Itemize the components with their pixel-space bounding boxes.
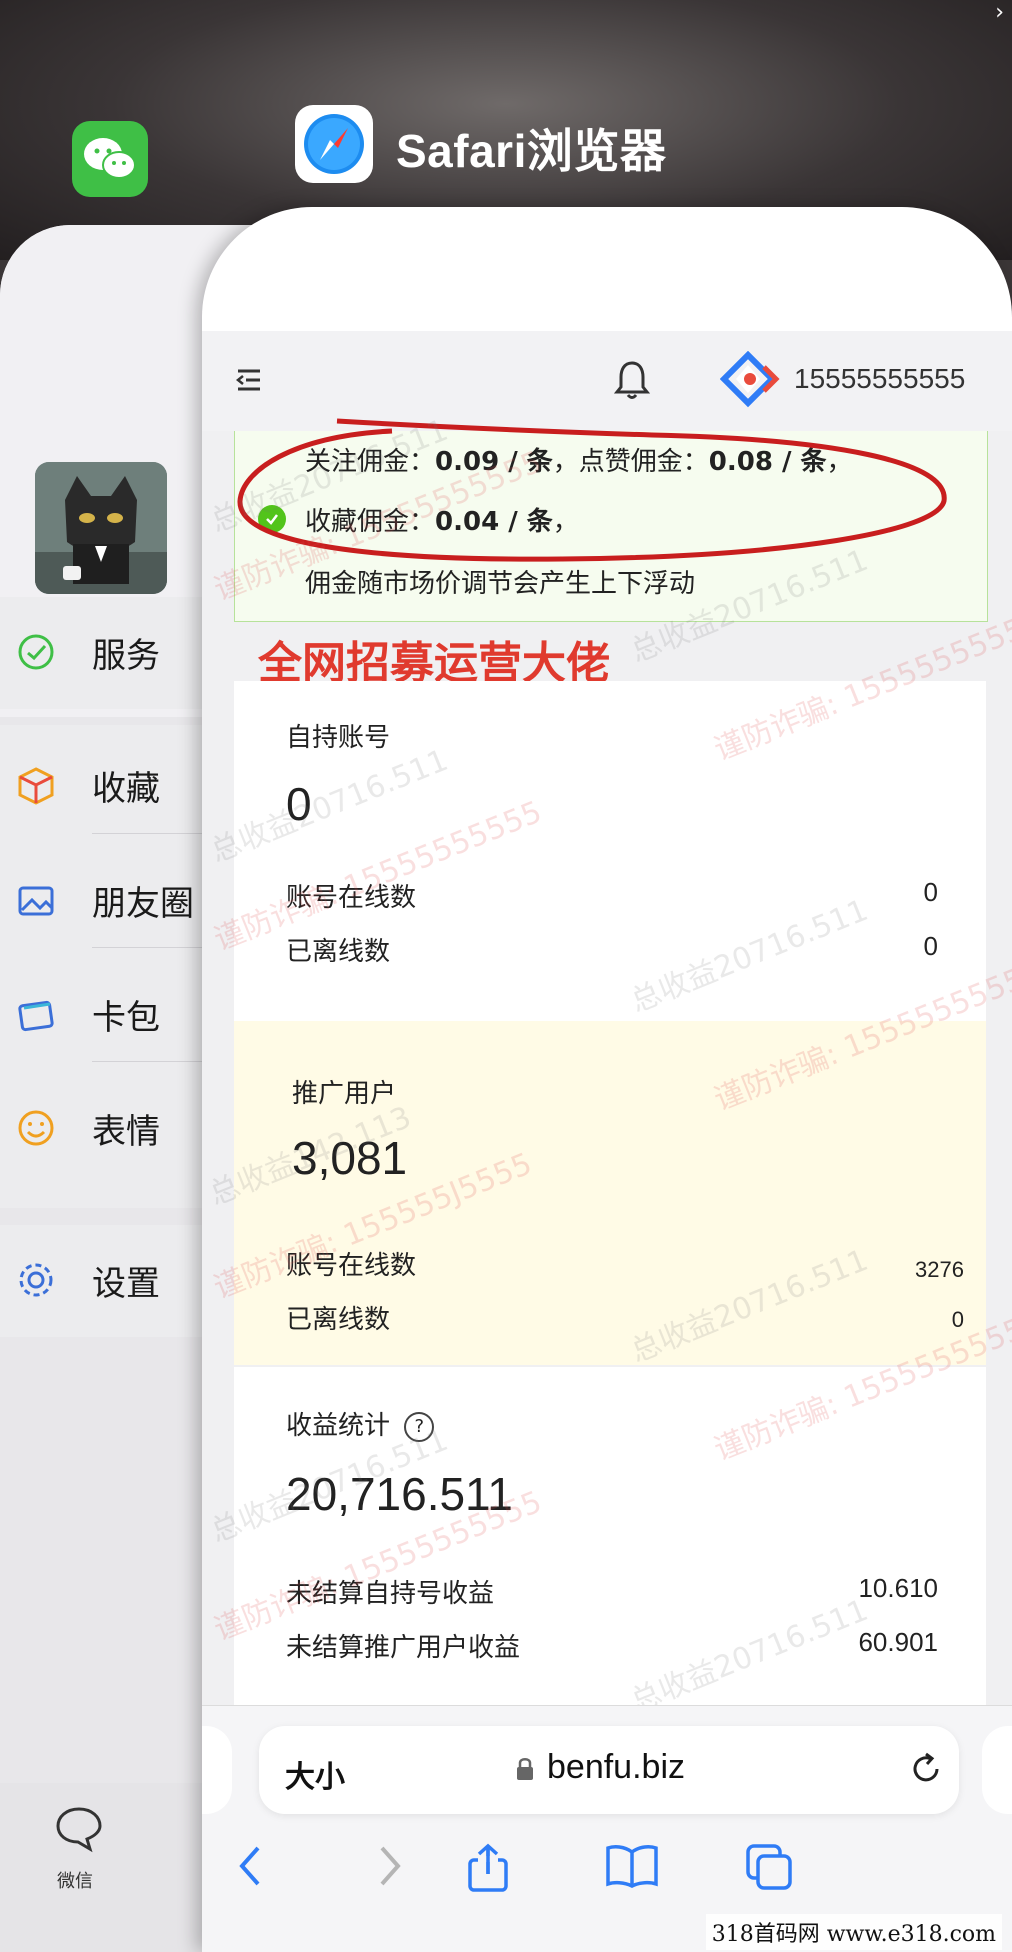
unsettled-own-label: 未结算自持号收益	[286, 1579, 495, 1609]
promo-offline-value: 0	[951, 1307, 964, 1332]
emoji-icon	[14, 1106, 58, 1150]
unsettled-promo-label: 未结算推广用户收益	[286, 1633, 521, 1663]
help-circle-icon[interactable]: ?	[404, 1411, 435, 1442]
menu-label: 服务	[92, 635, 160, 676]
menu-label: 卡包	[92, 997, 160, 1038]
own-accounts-count: 0	[286, 778, 312, 830]
earnings-title-text: 收益统计	[286, 1411, 391, 1441]
forward-icon[interactable]	[370, 1842, 410, 1894]
previous-tab-pill[interactable]	[202, 1726, 232, 1814]
text-size-button[interactable]: 大小	[285, 1752, 345, 1796]
menu-label: 表情	[92, 1111, 160, 1152]
menu-label: 设置	[92, 1263, 160, 1304]
bell-icon[interactable]	[613, 359, 651, 405]
tab-wechat-label[interactable]: 微信	[57, 1867, 93, 1893]
reload-icon[interactable]	[907, 1750, 945, 1792]
share-icon[interactable]	[464, 1842, 512, 1898]
chevron-icon: ›	[995, 0, 1004, 25]
promo-offline-label: 已离线数	[286, 1305, 391, 1335]
unsettled-own-value: 10.610	[858, 1573, 938, 1603]
safari-compass-icon	[304, 114, 364, 174]
next-tab-pill[interactable]	[982, 1726, 1012, 1814]
promoted-users-title: 推广用户	[292, 1079, 397, 1109]
safari-app-card[interactable]: 15555555555 关注佣金：0.09 / 条，点赞佣金：0.08 / 条，…	[202, 207, 1012, 1952]
back-icon[interactable]	[232, 1842, 272, 1894]
earnings-title: 收益统计 ?	[286, 1405, 435, 1442]
promo-online-label: 账号在线数	[286, 1251, 417, 1281]
wechat-logo-icon	[84, 138, 136, 179]
own-online-label: 账号在线数	[286, 883, 417, 913]
own-accounts-title: 自持账号	[286, 723, 391, 753]
own-accounts-panel: 自持账号 0 账号在线数 0 已离线数 0	[234, 681, 986, 1021]
tabs-icon[interactable]	[744, 1842, 796, 1898]
menu-label: 收藏	[92, 768, 160, 809]
settings-icon	[14, 1258, 58, 1302]
user-phone[interactable]: 15555555555	[794, 363, 965, 395]
avatar[interactable]	[35, 462, 167, 594]
menu-fold-icon[interactable]	[234, 367, 264, 397]
promoted-users-panel: 推广用户 3,081 账号在线数 3276 已离线数 0	[234, 1021, 986, 1365]
cat-avatar-image	[35, 462, 167, 594]
address-bar[interactable]: 大小 benfu.biz	[259, 1726, 959, 1814]
red-hand-drawn-ellipse	[237, 418, 947, 562]
safari-app-icon[interactable]	[295, 105, 373, 183]
dashboard-content: 关注佣金：0.09 / 条，点赞佣金：0.08 / 条， 收藏佣金：0.04 /…	[202, 413, 1012, 1911]
own-online-value: 0	[923, 877, 938, 907]
bookmarks-icon[interactable]	[604, 1842, 660, 1894]
own-offline-value: 0	[923, 931, 938, 961]
url-text[interactable]: benfu.biz	[547, 1748, 685, 1787]
own-offline-label: 已离线数	[286, 937, 391, 967]
favorites-icon	[14, 763, 58, 807]
wechat-app-icon[interactable]	[72, 121, 148, 197]
promo-online-value: 3276	[915, 1257, 964, 1282]
source-watermark: 318首码网 www.e318.com	[705, 1914, 1002, 1950]
earnings-total: 20,716.511	[286, 1468, 513, 1520]
lock-icon	[515, 1756, 535, 1786]
safari-app-title: Safari浏览器	[396, 125, 667, 177]
menu-label: 朋友圈	[92, 883, 194, 924]
moments-icon	[14, 878, 58, 922]
promoted-users-count: 3,081	[292, 1132, 408, 1184]
service-icon	[14, 630, 58, 674]
card-wallet-icon	[14, 992, 58, 1036]
chat-bubble-icon[interactable]	[54, 1805, 104, 1857]
unsettled-promo-value: 60.901	[858, 1627, 938, 1657]
